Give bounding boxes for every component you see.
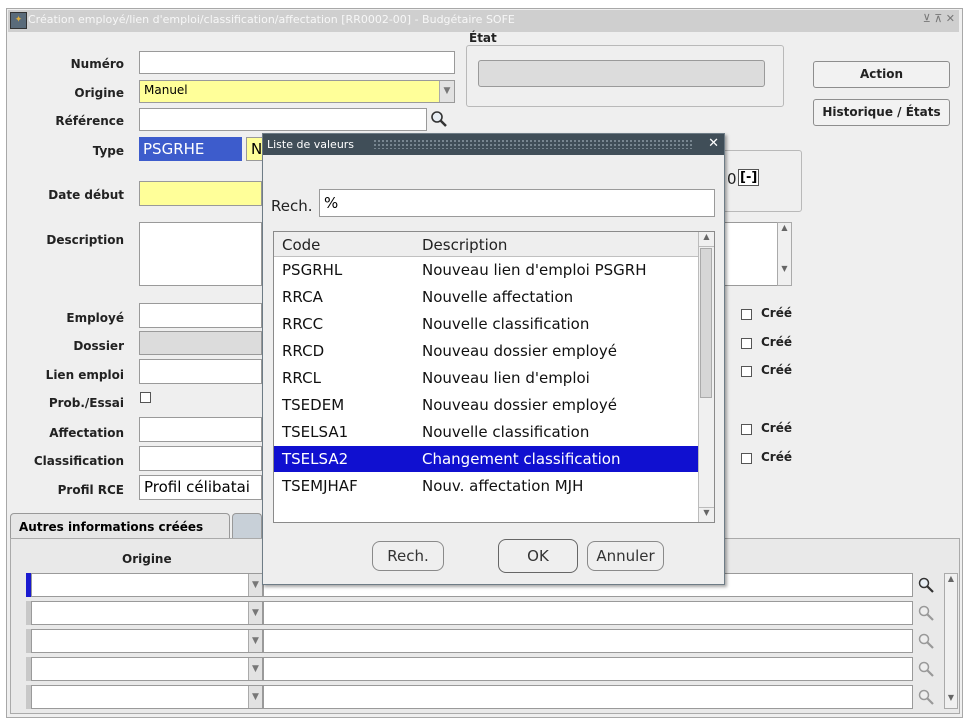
profil-rce-label: Profil RCE xyxy=(57,483,124,497)
grid-scrollbar[interactable]: ▲ ▼ xyxy=(944,573,958,709)
dossier-field xyxy=(139,331,262,355)
cree-affectation-checkbox[interactable] xyxy=(741,424,752,435)
employe-label: Employé xyxy=(66,311,124,325)
historique-button[interactable]: Historique / États xyxy=(813,99,950,126)
profil-rce-field[interactable]: Profil célibatai xyxy=(139,475,262,500)
lov-search-input[interactable]: % xyxy=(319,189,715,217)
etat-field xyxy=(478,60,765,87)
grid-origine-cell[interactable]: ▼ xyxy=(31,629,263,653)
search-icon[interactable] xyxy=(917,604,935,626)
origine-label: Origine xyxy=(74,86,124,100)
type-label: Type xyxy=(92,144,124,158)
etat-label: État xyxy=(469,31,497,45)
cree-employe-checkbox[interactable] xyxy=(741,309,752,320)
close-icon[interactable]: ✕ xyxy=(708,136,719,151)
list-item[interactable]: RRCL Nouveau lien d'emploi xyxy=(274,365,699,391)
cree-lien-label: Créé xyxy=(761,363,793,377)
type-code-field[interactable]: PSGRHE xyxy=(139,137,242,161)
window-controls[interactable]: ⊻ ⊼ ✕ xyxy=(923,12,955,25)
description-scrollbar[interactable]: ▲ ▼ xyxy=(777,222,792,286)
search-icon[interactable] xyxy=(429,109,449,129)
counter-value: 0 xyxy=(727,170,737,188)
list-item[interactable]: RRCA Nouvelle affectation xyxy=(274,284,699,310)
reference-label: Référence xyxy=(55,114,124,128)
affectation-label: Affectation xyxy=(49,426,124,440)
list-item[interactable]: PSGRHL Nouveau lien d'emploi PSGRH xyxy=(274,257,699,283)
title-drag-area[interactable] xyxy=(373,139,693,149)
action-button[interactable]: Action xyxy=(813,61,950,88)
list-item[interactable]: RRCC Nouvelle classification xyxy=(274,311,699,337)
lov-scrollbar[interactable]: ▲ ▼ xyxy=(698,232,714,522)
scroll-thumb[interactable] xyxy=(700,248,712,398)
grid-value-cell[interactable] xyxy=(263,601,913,625)
grid-origine-cell[interactable]: ▼ xyxy=(31,573,263,597)
cree-classification-label: Créé xyxy=(761,450,793,464)
cree-employe-label: Créé xyxy=(761,306,793,320)
grid-value-cell[interactable] xyxy=(263,685,913,709)
classification-field[interactable] xyxy=(139,446,262,471)
scroll-down-icon[interactable]: ▼ xyxy=(699,507,714,522)
list-item-selected[interactable]: TSELSA2 Changement classification xyxy=(274,446,699,472)
prob-essai-label: Prob./Essai xyxy=(48,396,124,410)
tab-second[interactable] xyxy=(232,513,262,539)
code-column-header: Code xyxy=(282,236,321,254)
numero-field[interactable] xyxy=(139,51,455,74)
lov-search-button[interactable]: Rech. xyxy=(372,541,444,571)
lov-title-bar: Liste de valeurs ✕ xyxy=(263,134,724,155)
lov-ok-button[interactable]: OK xyxy=(498,539,578,573)
affectation-field[interactable] xyxy=(139,417,262,442)
prob-essai-checkbox[interactable] xyxy=(140,392,151,403)
lov-cancel-button[interactable]: Annuler xyxy=(587,541,664,571)
description-textarea[interactable] xyxy=(139,222,262,286)
search-icon[interactable] xyxy=(917,660,935,682)
scroll-up-icon[interactable]: ▲ xyxy=(699,232,714,247)
origine-value: Manuel xyxy=(144,83,188,97)
lov-list-header: Code Description xyxy=(274,232,699,257)
search-icon[interactable] xyxy=(917,576,935,598)
cree-affectation-label: Créé xyxy=(761,421,793,435)
lov-title: Liste de valeurs xyxy=(267,138,355,151)
title-bar: ✦ Création employé/lien d'emploi/classif… xyxy=(8,10,959,32)
description-label: Description xyxy=(46,233,124,247)
cree-dossier-checkbox[interactable] xyxy=(741,338,752,349)
search-icon[interactable] xyxy=(917,632,935,654)
window-title: Création employé/lien d'emploi/classific… xyxy=(28,13,515,26)
tab-autres-informations[interactable]: Autres informations créées xyxy=(10,513,230,539)
list-item[interactable]: RRCD Nouveau dossier employé xyxy=(274,338,699,364)
list-item[interactable]: TSEDEM Nouveau dossier employé xyxy=(274,392,699,418)
origine-select[interactable]: Manuel ▼ xyxy=(139,80,455,103)
grid-origine-cell[interactable]: ▼ xyxy=(31,657,263,681)
cree-classification-checkbox[interactable] xyxy=(741,453,752,464)
lien-emploi-field[interactable] xyxy=(139,359,262,384)
cree-lien-checkbox[interactable] xyxy=(741,366,752,377)
grid-origine-cell[interactable]: ▼ xyxy=(31,601,263,625)
dossier-label: Dossier xyxy=(73,339,124,353)
numero-label: Numéro xyxy=(70,57,124,71)
app-icon: ✦ xyxy=(10,12,27,29)
employe-field[interactable] xyxy=(139,303,262,328)
origine-column-header: Origine xyxy=(122,552,172,566)
lov-list: Code Description PSGRHL Nouveau lien d'em… xyxy=(273,231,715,523)
lov-search-label: Rech. xyxy=(271,197,313,215)
search-icon[interactable] xyxy=(917,688,935,710)
description-column-header: Description xyxy=(422,236,508,254)
cree-dossier-label: Créé xyxy=(761,335,793,349)
date-debut-field[interactable] xyxy=(139,181,262,206)
classification-label: Classification xyxy=(33,454,124,468)
lien-emploi-label: Lien emploi xyxy=(45,368,124,382)
lov-dialog: Liste de valeurs ✕ Rech. % Code Descript… xyxy=(262,133,725,585)
date-debut-label: Date début xyxy=(48,188,124,202)
collapse-button[interactable]: [-] xyxy=(738,169,760,186)
list-item[interactable]: TSELSA1 Nouvelle classification xyxy=(274,419,699,445)
chevron-down-icon[interactable]: ▼ xyxy=(439,81,454,102)
grid-value-cell[interactable] xyxy=(263,629,913,653)
reference-field[interactable] xyxy=(139,108,427,131)
list-item[interactable]: TSEMJHAF Nouv. affectation MJH xyxy=(274,473,699,499)
grid-value-cell[interactable] xyxy=(263,657,913,681)
grid-origine-cell[interactable]: ▼ xyxy=(31,685,263,709)
